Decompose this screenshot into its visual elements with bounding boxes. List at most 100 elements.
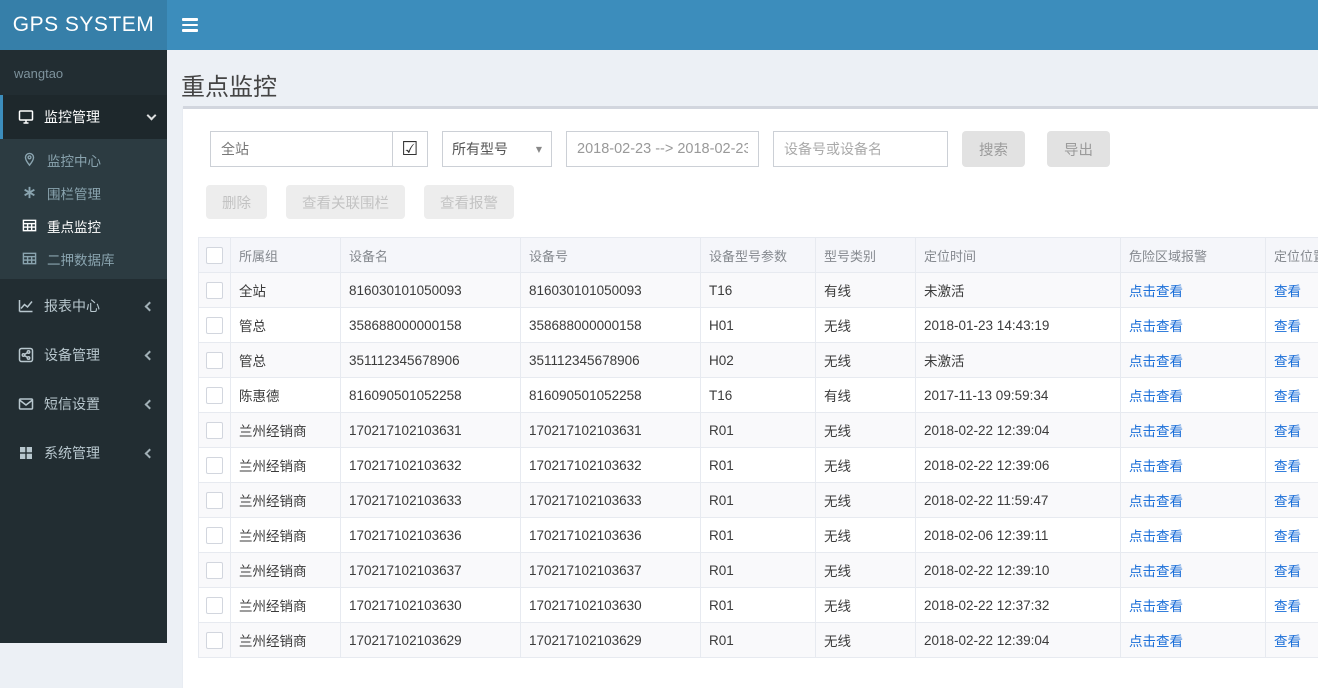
location-view-link[interactable]: 查看 — [1274, 389, 1301, 404]
location-view-link[interactable]: 查看 — [1274, 284, 1301, 299]
delete-button[interactable]: 删除 — [206, 185, 267, 219]
sidebar-toggle-icon[interactable] — [167, 0, 213, 50]
sidebar-item-system-management[interactable]: 系统管理 — [0, 431, 167, 475]
row-checkbox[interactable] — [206, 457, 223, 474]
danger-area-view-link[interactable]: 点击查看 — [1129, 389, 1183, 404]
danger-area-view-link[interactable]: 点击查看 — [1129, 529, 1183, 544]
search-button[interactable]: 搜索 — [962, 131, 1025, 167]
cell-device-no: 170217102103629 — [521, 623, 701, 658]
grid-icon — [18, 445, 34, 461]
cell-device-name: 170217102103636 — [341, 518, 521, 553]
cell-locate-time: 2018-02-22 12:39:10 — [916, 553, 1121, 588]
view-linked-fence-button[interactable]: 查看关联围栏 — [286, 185, 405, 219]
row-checkbox[interactable] — [206, 562, 223, 579]
danger-area-view-link[interactable]: 点击查看 — [1129, 494, 1183, 509]
danger-area-view-link[interactable]: 点击查看 — [1129, 424, 1183, 439]
sidebar-item-key-monitoring[interactable]: 重点监控 — [0, 209, 167, 242]
danger-area-view-link[interactable]: 点击查看 — [1129, 459, 1183, 474]
row-checkbox[interactable] — [206, 597, 223, 614]
cell-group: 陈惠德 — [231, 378, 341, 413]
map-marker-icon — [22, 152, 37, 167]
sidebar-item-monitor-center[interactable]: 监控中心 — [0, 143, 167, 176]
group-input[interactable] — [210, 131, 392, 167]
danger-area-view-link-cell: 点击查看 — [1121, 623, 1266, 658]
cell-locate-time: 2018-02-22 12:37:32 — [916, 588, 1121, 623]
select-all-checkbox[interactable] — [206, 247, 223, 264]
sidebar-item-sms-settings[interactable]: 短信设置 — [0, 382, 167, 426]
location-view-link[interactable]: 查看 — [1274, 319, 1301, 334]
cell-model: R01 — [701, 623, 816, 658]
location-view-link[interactable]: 查看 — [1274, 599, 1301, 614]
cell-model: R01 — [701, 413, 816, 448]
danger-area-view-link-cell: 点击查看 — [1121, 483, 1266, 518]
chevron-left-icon — [145, 399, 155, 409]
share-icon — [18, 347, 34, 363]
location-view-link[interactable]: 查看 — [1274, 564, 1301, 579]
dropdown-arrow-icon: ▼ — [536, 145, 542, 154]
sidebar-item-second-mortgage-db[interactable]: 二押数据库 — [0, 242, 167, 275]
group-select-toggle[interactable]: ☑ — [392, 131, 428, 167]
device-table-body: 全站816030101050093816030101050093T16有线未激活… — [199, 273, 1318, 658]
cell-group: 兰州经销商 — [231, 448, 341, 483]
cell-device-name: 170217102103630 — [341, 588, 521, 623]
row-checkbox[interactable] — [206, 387, 223, 404]
danger-area-view-link[interactable]: 点击查看 — [1129, 354, 1183, 369]
main-panel: ☑ 所有型号 ▼ 搜索 导出 删除 查看关联围栏 查看报警 — [183, 106, 1318, 688]
group-filter: ☑ — [210, 131, 428, 167]
brand-logo[interactable]: GPS SYSTEM — [0, 0, 167, 50]
action-bar: 删除 查看关联围栏 查看报警 — [206, 185, 1318, 219]
danger-area-view-link-cell: 点击查看 — [1121, 518, 1266, 553]
cell-model: R01 — [701, 553, 816, 588]
row-checkbox[interactable] — [206, 422, 223, 439]
cell-model-type: 无线 — [816, 623, 916, 658]
cell-model: H02 — [701, 343, 816, 378]
cell-locate-time: 未激活 — [916, 273, 1121, 308]
danger-area-view-link[interactable]: 点击查看 — [1129, 319, 1183, 334]
sidebar-item-report-center[interactable]: 报表中心 — [0, 284, 167, 328]
danger-area-view-link[interactable]: 点击查看 — [1129, 634, 1183, 649]
table-row: 陈惠德816090501052258816090501052258T16有线20… — [199, 378, 1318, 413]
row-checkbox[interactable] — [206, 317, 223, 334]
danger-area-view-link-cell: 点击查看 — [1121, 378, 1266, 413]
cell-device-no: 170217102103636 — [521, 518, 701, 553]
row-checkbox[interactable] — [206, 632, 223, 649]
danger-area-view-link[interactable]: 点击查看 — [1129, 564, 1183, 579]
sidebar-item-monitor-management[interactable]: 监控管理 — [0, 95, 167, 139]
danger-area-view-link[interactable]: 点击查看 — [1129, 599, 1183, 614]
location-view-link[interactable]: 查看 — [1274, 424, 1301, 439]
device-search-input[interactable] — [773, 131, 948, 167]
cell-device-no: 816030101050093 — [521, 273, 701, 308]
cell-locate-time: 2018-02-22 11:59:47 — [916, 483, 1121, 518]
location-view-link[interactable]: 查看 — [1274, 494, 1301, 509]
date-range-input[interactable] — [566, 131, 759, 167]
cell-model-type: 无线 — [816, 483, 916, 518]
monitor-icon — [18, 109, 34, 125]
location-view-link[interactable]: 查看 — [1274, 634, 1301, 649]
location-view-link-cell: 查看 — [1266, 308, 1318, 343]
location-view-link-cell: 查看 — [1266, 588, 1318, 623]
model-select[interactable]: 所有型号 ▼ — [442, 131, 552, 167]
danger-area-view-link[interactable]: 点击查看 — [1129, 284, 1183, 299]
line-chart-icon — [18, 298, 34, 314]
location-view-link[interactable]: 查看 — [1274, 354, 1301, 369]
cell-model-type: 无线 — [816, 518, 916, 553]
table-row: 兰州经销商170217102103629170217102103629R01无线… — [199, 623, 1318, 658]
row-checkbox[interactable] — [206, 492, 223, 509]
column-header-model-type: 型号类别 — [816, 238, 916, 273]
location-view-link-cell: 查看 — [1266, 553, 1318, 588]
cell-device-no: 170217102103631 — [521, 413, 701, 448]
row-checkbox[interactable] — [206, 352, 223, 369]
row-checkbox[interactable] — [206, 527, 223, 544]
table-icon — [22, 218, 37, 233]
sidebar-item-fence-management[interactable]: 围栏管理 — [0, 176, 167, 209]
cell-model: R01 — [701, 448, 816, 483]
sidebar-item-device-management[interactable]: 设备管理 — [0, 333, 167, 377]
location-view-link[interactable]: 查看 — [1274, 459, 1301, 474]
cell-device-no: 170217102103633 — [521, 483, 701, 518]
view-alarm-button[interactable]: 查看报警 — [424, 185, 514, 219]
row-checkbox[interactable] — [206, 282, 223, 299]
location-view-link[interactable]: 查看 — [1274, 529, 1301, 544]
column-header-group: 所属组 — [231, 238, 341, 273]
table-row: 兰州经销商170217102103631170217102103631R01无线… — [199, 413, 1318, 448]
export-button[interactable]: 导出 — [1047, 131, 1110, 167]
